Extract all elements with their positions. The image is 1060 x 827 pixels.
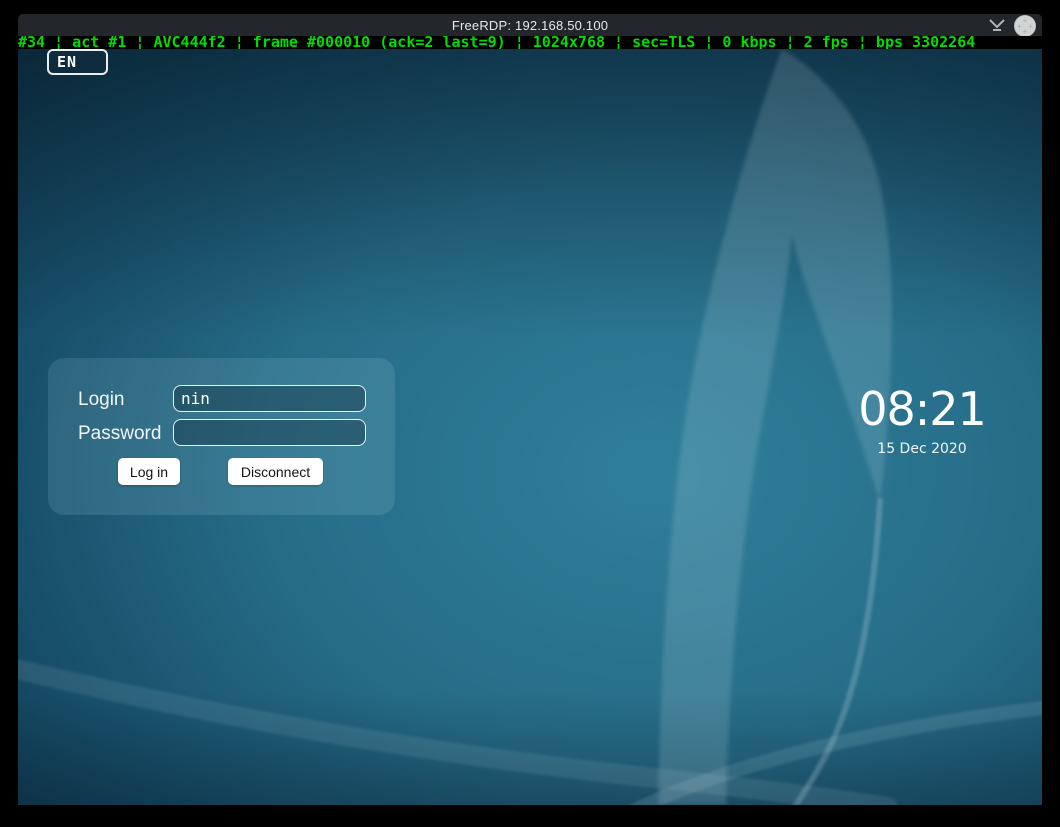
login-input[interactable]	[173, 385, 366, 412]
password-label: Password	[78, 423, 161, 445]
login-panel: Login Password Log in Disconnect	[48, 358, 395, 515]
window-title: FreeRDP: 192.168.50.100	[452, 18, 608, 33]
clock-widget: 08:21 15 Dec 2020	[802, 385, 1042, 457]
keyboard-layout-indicator[interactable]: EN	[47, 49, 108, 75]
toolbar-knob-icon[interactable]: + + + +	[1014, 15, 1036, 37]
window-titlebar[interactable]: FreeRDP: 192.168.50.100 + + + +	[18, 14, 1042, 36]
titlebar-icons: + + + +	[989, 14, 1036, 36]
rdp-status-line: #34 ¦ act #1 ¦ AVC444f2 ¦ frame #000010 …	[18, 36, 1060, 49]
log-in-button[interactable]: Log in	[118, 458, 180, 485]
minimize-icon[interactable]	[989, 18, 1005, 32]
login-label: Login	[78, 389, 125, 411]
disconnect-button[interactable]: Disconnect	[228, 458, 323, 485]
password-input[interactable]	[173, 419, 366, 446]
clock-date: 15 Dec 2020	[802, 441, 1042, 457]
clock-time: 08:21	[802, 385, 1042, 433]
remote-desktop: EN Login Password Log in Disconnect 08:2…	[18, 49, 1042, 805]
